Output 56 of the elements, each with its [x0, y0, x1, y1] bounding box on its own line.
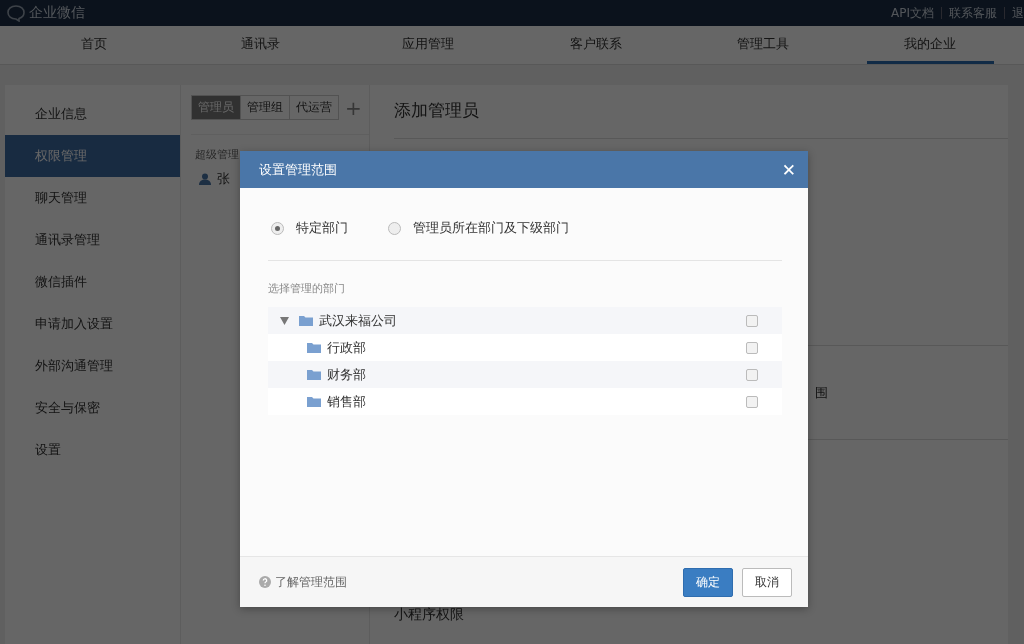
nav-tab[interactable]: 客户联系 [532, 26, 660, 64]
confirm-button[interactable]: 确定 [683, 567, 733, 597]
checkbox[interactable] [746, 341, 758, 354]
folder-icon [307, 396, 321, 407]
sidebar-item[interactable]: 权限管理 [5, 135, 180, 177]
app-logo-text: 企业微信 [29, 4, 85, 22]
help-icon [259, 576, 271, 588]
nav-tab[interactable]: 通讯录 [197, 26, 325, 64]
panel-title: 添加管理员 [394, 99, 480, 122]
folder-icon [299, 315, 313, 326]
section-label: 小程序权限 [394, 606, 465, 624]
caret-icon[interactable] [280, 316, 289, 325]
checkbox[interactable] [746, 314, 758, 327]
sidebar-item[interactable]: 通讯录管理 [5, 219, 180, 261]
chat-bubble-icon [6, 4, 26, 22]
tree-row[interactable]: 行政部 [268, 334, 782, 361]
sidebar-item[interactable]: 申请加入设置 [5, 303, 180, 345]
admin-tab[interactable]: 管理组 [240, 96, 289, 119]
add-button[interactable]: + [345, 97, 362, 118]
nav-tab[interactable]: 管理工具 [699, 26, 827, 64]
department-name[interactable]: 财务部 [327, 365, 746, 384]
folder-icon [307, 369, 321, 380]
section-label: 选择管理的部门 [268, 281, 346, 296]
help-link[interactable]: 了解管理范围 [275, 573, 347, 591]
nav-tab[interactable]: 首页 [30, 26, 158, 64]
tree-row[interactable]: 武汉来福公司 [268, 307, 782, 334]
nav-tab[interactable]: 应用管理 [364, 26, 492, 64]
nav-tab[interactable]: 我的企业 [866, 26, 994, 64]
sidebar-item[interactable]: 微信插件 [5, 261, 180, 303]
department-name[interactable]: 武汉来福公司 [319, 311, 746, 330]
dialog-title: 设置管理范围 [259, 160, 337, 179]
option-label: 围 [815, 383, 828, 402]
sidebar-item[interactable]: 设置 [5, 429, 180, 471]
sidebar-item[interactable]: 安全与保密 [5, 387, 180, 429]
folder-icon [307, 342, 321, 353]
close-button[interactable]: ✕ [781, 159, 796, 180]
admin-tab[interactable]: 代运营 [289, 96, 338, 119]
person-icon [199, 173, 211, 185]
radio-button[interactable] [271, 221, 284, 235]
sidebar-item[interactable]: 外部沟通管理 [5, 345, 180, 387]
sidebar-item[interactable]: 聊天管理 [5, 177, 180, 219]
header-link[interactable]: API文档 [891, 4, 934, 22]
checkbox[interactable] [746, 368, 758, 381]
sidebar-item[interactable]: 企业信息 [5, 93, 180, 135]
department-name[interactable]: 销售部 [327, 392, 746, 411]
header-link[interactable]: 退 [1012, 4, 1024, 22]
checkbox[interactable] [746, 395, 758, 408]
header-link[interactable]: 联系客服 [949, 4, 997, 22]
radio-button[interactable] [388, 221, 401, 235]
department-name[interactable]: 行政部 [327, 338, 746, 357]
radio-label[interactable]: 管理员所在部门及下级部门 [413, 219, 569, 237]
member-name[interactable]: 张 [217, 170, 230, 188]
tree-row[interactable]: 财务部 [268, 361, 782, 388]
cancel-button[interactable]: 取消 [742, 567, 792, 597]
tree-row[interactable]: 销售部 [268, 388, 782, 415]
radio-label[interactable]: 特定部门 [296, 219, 348, 237]
